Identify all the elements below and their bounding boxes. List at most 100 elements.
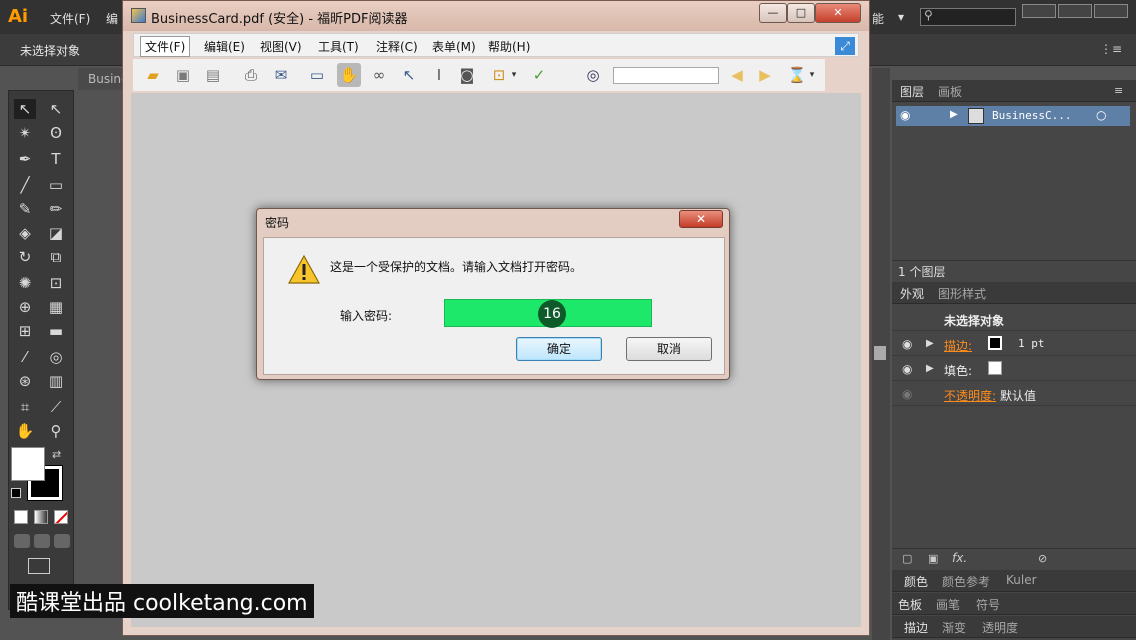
scale-tool-icon[interactable]: ⧉ bbox=[45, 247, 67, 267]
fill-color-swatch[interactable] bbox=[11, 447, 45, 481]
email-icon[interactable]: ✉ bbox=[269, 63, 293, 87]
tab-appearance[interactable]: 外观 bbox=[900, 285, 924, 302]
warp-tool-icon[interactable]: ✺ bbox=[14, 273, 36, 293]
shape-builder-tool-icon[interactable]: ⊕ bbox=[14, 297, 36, 317]
tab-stroke[interactable]: 描边 bbox=[904, 619, 928, 636]
dialog-close-button[interactable]: ✕ bbox=[679, 210, 723, 228]
foxit-menu-view[interactable]: 视图(V) bbox=[260, 38, 302, 55]
sign-icon[interactable]: ✓ bbox=[527, 63, 551, 87]
ai-document-tab[interactable]: Busine bbox=[78, 68, 128, 90]
monitor-icon[interactable]: ▭ bbox=[305, 63, 329, 87]
chevron-down-icon[interactable]: ▾ bbox=[898, 10, 904, 24]
expand-triangle-icon[interactable]: ▶ bbox=[926, 338, 934, 349]
find-options-icon[interactable]: ⌛ bbox=[785, 63, 809, 87]
tab-symbols[interactable]: 符号 bbox=[976, 596, 1000, 613]
ai-menu-file[interactable]: 文件(F) bbox=[50, 10, 90, 27]
tab-artboards[interactable]: 画板 bbox=[938, 83, 962, 100]
foxit-close-button[interactable]: ✕ bbox=[815, 3, 861, 23]
foxit-menu-help[interactable]: 帮助(H) bbox=[488, 38, 530, 55]
free-transform-tool-icon[interactable]: ⊡ bbox=[45, 273, 67, 293]
find-input[interactable] bbox=[613, 67, 719, 84]
slice-tool-icon[interactable]: ⟋ bbox=[45, 397, 67, 417]
stroke-label[interactable]: 描边: bbox=[944, 337, 972, 354]
tab-color[interactable]: 颜色 bbox=[904, 573, 928, 590]
color-mode-button[interactable] bbox=[14, 510, 28, 524]
snapshot-camera-icon[interactable]: ◙ bbox=[455, 63, 479, 87]
rectangle-tool-icon[interactable]: ▭ bbox=[45, 175, 67, 195]
panel-menu-icon[interactable]: ⋮≡ bbox=[1100, 42, 1122, 56]
clear-appearance-icon[interactable]: ⊘ bbox=[1038, 552, 1047, 565]
eye-icon[interactable]: ◉ bbox=[900, 108, 910, 122]
pen-tool-icon[interactable]: ✒ bbox=[14, 149, 36, 169]
rms-lock-icon[interactable]: ⊡ bbox=[487, 63, 511, 87]
hand-tool-icon[interactable]: ✋ bbox=[337, 63, 361, 87]
artboard-tool-icon[interactable]: ⌗ bbox=[14, 397, 36, 417]
symbol-sprayer-tool-icon[interactable]: ⊛ bbox=[14, 371, 36, 391]
type-tool-icon[interactable]: T bbox=[45, 149, 67, 169]
chevron-down-icon[interactable]: ▾ bbox=[807, 63, 817, 87]
blob-brush-tool-icon[interactable]: ◈ bbox=[14, 223, 36, 243]
column-graph-tool-icon[interactable]: ▥ bbox=[45, 371, 67, 391]
ai-maximize-button[interactable] bbox=[1058, 4, 1092, 18]
swap-colors-icon[interactable]: ⇄ bbox=[52, 448, 61, 461]
rotate-tool-icon[interactable]: ↻ bbox=[14, 247, 36, 267]
opacity-label[interactable]: 不透明度: bbox=[944, 387, 996, 404]
draw-behind-icon[interactable] bbox=[34, 534, 50, 548]
ai-close-button[interactable] bbox=[1094, 4, 1128, 18]
lasso-tool-icon[interactable]: ʘ bbox=[45, 123, 67, 143]
select-arrow-icon[interactable]: ↖ bbox=[397, 63, 421, 87]
draw-inside-icon[interactable] bbox=[54, 534, 70, 548]
zoom-glasses-icon[interactable]: ∞ bbox=[367, 63, 391, 87]
blend-tool-icon[interactable]: ◎ bbox=[45, 347, 67, 367]
find-next-icon[interactable]: ▶ bbox=[753, 63, 777, 87]
foxit-minimize-button[interactable]: — bbox=[759, 3, 787, 23]
fx-icon[interactable]: fx. bbox=[952, 551, 967, 565]
default-colors-icon[interactable] bbox=[11, 488, 21, 498]
foxit-title-bar[interactable]: BusinessCard.pdf (安全) - 福昕PDF阅读器 — □ ✕ bbox=[123, 1, 869, 31]
eraser-tool-icon[interactable]: ◪ bbox=[45, 223, 67, 243]
tab-transparency[interactable]: 透明度 bbox=[982, 619, 1018, 636]
tab-brushes[interactable]: 画笔 bbox=[936, 596, 960, 613]
expand-triangle-icon[interactable]: ▶ bbox=[950, 109, 958, 120]
binoculars-icon[interactable]: ◎ bbox=[581, 63, 605, 87]
paintbrush-tool-icon[interactable]: ✎ bbox=[14, 199, 36, 219]
ai-search-input[interactable] bbox=[920, 8, 1016, 26]
pencil-tool-icon[interactable]: ✏ bbox=[45, 199, 67, 219]
perspective-grid-tool-icon[interactable]: ▦ bbox=[45, 297, 67, 317]
zoom-tool-icon[interactable]: ⚲ bbox=[45, 421, 67, 441]
selection-tool-icon[interactable]: ↖ bbox=[14, 99, 36, 119]
mesh-tool-icon[interactable]: ⊞ bbox=[14, 321, 36, 341]
tab-kuler[interactable]: Kuler bbox=[1006, 573, 1037, 587]
draw-normal-icon[interactable] bbox=[14, 534, 30, 548]
print-icon[interactable]: ⎙ bbox=[239, 63, 263, 87]
magic-wand-tool-icon[interactable]: ✴ bbox=[14, 123, 36, 143]
find-previous-icon[interactable]: ◀ bbox=[725, 63, 749, 87]
ok-button[interactable]: 确定 bbox=[516, 337, 602, 361]
tab-layers[interactable]: 图层 bbox=[900, 83, 924, 100]
layer-target-icon[interactable]: ○ bbox=[1096, 108, 1106, 122]
gradient-mode-button[interactable] bbox=[34, 510, 48, 524]
foxit-menu-form[interactable]: 表单(M) bbox=[432, 38, 476, 55]
tab-gradient[interactable]: 渐变 bbox=[942, 619, 966, 636]
fill-swatch[interactable] bbox=[988, 361, 1002, 375]
gradient-tool-icon[interactable]: ▬ bbox=[45, 321, 67, 341]
stroke-swatch[interactable] bbox=[988, 336, 1002, 350]
eyedropper-tool-icon[interactable]: ⁄ bbox=[14, 347, 36, 367]
new-stroke-icon[interactable]: ▢ bbox=[902, 552, 912, 565]
foxit-menu-tools[interactable]: 工具(T) bbox=[318, 38, 359, 55]
scrollbar-thumb[interactable] bbox=[874, 346, 886, 360]
new-fill-icon[interactable]: ▣ bbox=[928, 552, 938, 565]
tab-color-guide[interactable]: 颜色参考 bbox=[942, 573, 990, 590]
ai-menu-edit[interactable]: 编 bbox=[106, 10, 118, 27]
expand-triangle-icon[interactable]: ▶ bbox=[926, 363, 934, 374]
eye-icon[interactable]: ◉ bbox=[902, 362, 912, 376]
text-select-icon[interactable]: Ⅰ bbox=[427, 63, 451, 87]
foxit-menu-edit[interactable]: 编辑(E) bbox=[204, 38, 245, 55]
cancel-button[interactable]: 取消 bbox=[626, 337, 712, 361]
none-mode-button[interactable] bbox=[54, 510, 68, 524]
open-folder-icon[interactable]: ▰ bbox=[141, 63, 165, 87]
direct-selection-tool-icon[interactable]: ↖ bbox=[45, 99, 67, 119]
foxit-maximize-button[interactable]: □ bbox=[787, 3, 815, 23]
fullscreen-icon[interactable]: ⤢ bbox=[835, 37, 855, 55]
foxit-menu-comment[interactable]: 注释(C) bbox=[376, 38, 418, 55]
